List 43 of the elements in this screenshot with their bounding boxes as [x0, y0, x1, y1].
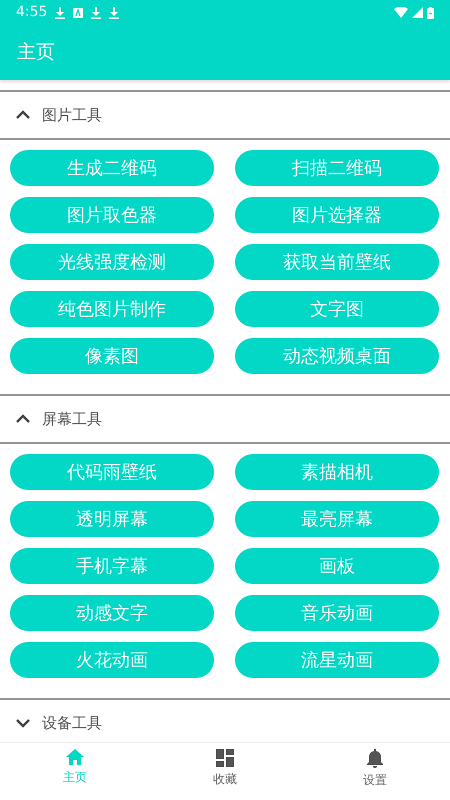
tool-button[interactable]: 音乐动画 — [235, 595, 439, 631]
tool-button[interactable]: 像素图 — [10, 338, 214, 374]
tool-button[interactable]: 手机字幕 — [10, 548, 214, 584]
battery-icon — [427, 6, 434, 18]
tool-button[interactable]: 透明屏幕 — [10, 501, 214, 537]
tool-button[interactable]: 光线强度检测 — [10, 244, 214, 280]
chevron-icon — [16, 718, 30, 728]
section-title: 屏幕工具 — [42, 408, 102, 430]
tool-button[interactable]: 最亮屏幕 — [235, 501, 439, 537]
tool-button[interactable]: 纯色图片制作 — [10, 291, 214, 327]
tool-button[interactable]: 扫描二维码 — [235, 150, 439, 186]
tool-button[interactable]: 画板 — [235, 548, 439, 584]
bell-icon — [367, 749, 383, 768]
chevron-icon — [16, 414, 30, 424]
tool-button[interactable]: 动感文字 — [10, 595, 214, 631]
download-icon — [55, 6, 66, 18]
home-icon — [66, 749, 84, 765]
tool-button[interactable]: 文字图 — [235, 291, 439, 327]
wifi-icon — [394, 7, 408, 18]
tool-button[interactable]: 图片选择器 — [235, 197, 439, 233]
nav-tab[interactable]: 收藏 — [150, 743, 300, 800]
signal-icon — [412, 7, 423, 18]
tool-button[interactable]: 动态视频桌面 — [235, 338, 439, 374]
download-icon — [91, 6, 102, 18]
tool-button[interactable]: 火花动画 — [10, 642, 214, 678]
section-header[interactable]: 屏幕工具 — [0, 396, 450, 444]
app-bar-title: 主页 — [17, 40, 55, 66]
chevron-icon — [16, 110, 30, 120]
tool-button[interactable]: 流星动画 — [235, 642, 439, 678]
section-title: 图片工具 — [42, 104, 102, 126]
notification-icon — [73, 8, 84, 18]
tool-button[interactable]: 生成二维码 — [10, 150, 214, 186]
tool-button[interactable]: 素描相机 — [235, 454, 439, 490]
status-time: 4:55 — [16, 3, 48, 22]
dashboard-icon — [216, 749, 234, 767]
section-header[interactable]: 图片工具 — [0, 92, 450, 140]
tool-button[interactable]: 图片取色器 — [10, 197, 214, 233]
download-icon — [109, 6, 120, 18]
section-title: 设备工具 — [42, 712, 102, 734]
tool-button[interactable]: 代码雨壁纸 — [10, 454, 214, 490]
tool-button[interactable]: 获取当前壁纸 — [235, 244, 439, 280]
nav-tab[interactable]: 主页 — [0, 743, 150, 800]
nav-tab[interactable]: 设置 — [300, 743, 450, 800]
